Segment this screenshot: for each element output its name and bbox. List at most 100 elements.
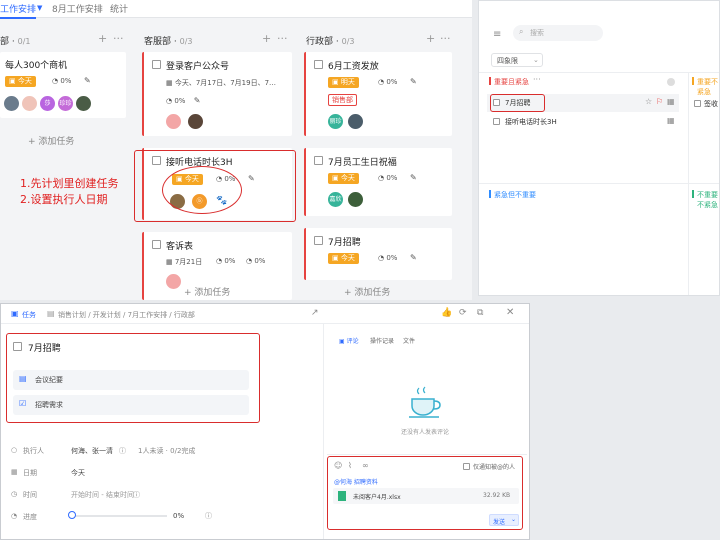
- tab-august-arrangement[interactable]: 8月工作安排: [52, 2, 103, 15]
- avatar: 莎: [40, 96, 55, 111]
- time-range[interactable]: 开始时间 - 结束时间: [71, 490, 134, 500]
- tab-work-arrangement[interactable]: 工作安排: [0, 2, 37, 19]
- flag-icon[interactable]: ⚐: [656, 97, 663, 106]
- search-placeholder: 搜索: [530, 29, 544, 37]
- info-icon[interactable]: ⓘ: [133, 490, 140, 500]
- progress-text: ◔ 0%: [216, 257, 236, 265]
- progress-icon: ◔: [11, 512, 18, 520]
- calendar-icon[interactable]: ▦: [667, 97, 675, 106]
- date-value[interactable]: 今天: [71, 468, 85, 478]
- q3-marker: [489, 190, 491, 198]
- highlight-box: [490, 94, 545, 112]
- add-circle-icon[interactable]: [667, 78, 675, 86]
- close-icon[interactable]: ✕: [506, 307, 514, 318]
- divider: [323, 324, 324, 539]
- field-label: 进度: [23, 513, 37, 521]
- info-icon[interactable]: ⓘ: [205, 511, 212, 521]
- task-title: 接听电话时长3H: [505, 118, 557, 126]
- q1-marker: [489, 77, 491, 85]
- task-card[interactable]: 登录客户公众号 ▦ 今天、7月17日、7月19日、7… ◔ 0% ✎: [142, 52, 292, 136]
- edit-icon[interactable]: ✎: [410, 173, 417, 182]
- highlight-circle: [162, 166, 242, 214]
- progress-slider[interactable]: [71, 515, 167, 517]
- refresh-icon[interactable]: ⟳: [459, 308, 467, 318]
- avatar: [348, 114, 363, 129]
- breadcrumb[interactable]: 销售计划 / 开发计划 / 7月工作安排 / 行政部: [58, 310, 195, 320]
- task-card[interactable]: 7月员工生日祝福 ▣ 今天 ◔ 0% ✎ 嘉欣: [304, 148, 452, 216]
- star-icon[interactable]: ☆: [645, 97, 652, 106]
- tab-stats[interactable]: 统计: [110, 2, 128, 15]
- q4-marker: [692, 190, 694, 198]
- task-checkbox[interactable]: [152, 240, 161, 249]
- search-icon: ⌕: [519, 27, 524, 36]
- avatar: [348, 192, 363, 207]
- assignee-value[interactable]: 何海、张一清: [71, 446, 113, 456]
- annotation-step-1: 1.先计划里创建任务: [20, 177, 119, 190]
- task-card[interactable]: 7月招聘 ▣ 今天 ◔ 0% ✎: [304, 228, 452, 280]
- chevron-down-icon[interactable]: ▼: [37, 4, 42, 12]
- menu-icon[interactable]: ≡: [493, 29, 501, 40]
- add-task-button[interactable]: + 添加任务: [28, 134, 74, 147]
- task-title: 签收: [704, 100, 718, 108]
- column-admin: 行政部 · 0/3 + ··· 6月工资发放 ▣ 明天 ◔ 0% ✎ 销售部 丽…: [302, 28, 454, 300]
- info-icon[interactable]: ⓘ: [119, 446, 126, 456]
- progress-text: ◔ 0%: [52, 77, 72, 85]
- due-badge: ▣ 今天: [328, 253, 359, 264]
- divider: [327, 454, 527, 455]
- task-card[interactable]: 6月工资发放 ▣ 明天 ◔ 0% ✎ 销售部 丽珍: [304, 52, 452, 136]
- tab-comments[interactable]: ▣ 评论: [339, 336, 359, 345]
- add-icon[interactable]: +: [426, 32, 435, 45]
- calendar-icon[interactable]: ▦: [667, 116, 675, 125]
- more-icon[interactable]: ···: [533, 75, 541, 84]
- card-title: 6月工资发放: [328, 62, 379, 72]
- task-checkbox[interactable]: [314, 60, 323, 69]
- tab-operation-log[interactable]: 操作记录: [370, 336, 394, 345]
- add-task-button[interactable]: + 添加任务: [184, 285, 230, 298]
- edit-icon[interactable]: ✎: [194, 96, 201, 105]
- due-badge: ▣ 今天: [328, 173, 359, 184]
- annotation-step-2: 2.设置执行人日期: [20, 193, 108, 206]
- task-checkbox[interactable]: [152, 60, 161, 69]
- breadcrumb-app[interactable]: 任务: [22, 310, 36, 320]
- task-card[interactable]: 每人300个商机 ▣ 今天 ◔ 0% ✎ 莎 珍珍: [0, 52, 126, 118]
- add-task-button[interactable]: + 添加任务: [344, 285, 390, 298]
- field-label: 执行人: [23, 447, 44, 455]
- avatar: [166, 114, 181, 129]
- open-icon[interactable]: ⧉: [477, 308, 483, 318]
- task-checkbox[interactable]: [314, 156, 323, 165]
- share-icon[interactable]: ↗: [311, 308, 319, 318]
- task-detail-panel: ▣ 任务 ▤ 销售计划 / 开发计划 / 7月工作安排 / 行政部 ↗ 👍 ⟳ …: [0, 303, 530, 540]
- task-checkbox[interactable]: [314, 236, 323, 245]
- due-badge: ▣ 今天: [5, 76, 36, 87]
- card-title: 客诉表: [166, 242, 194, 252]
- column-title: 行政部 · 0/3: [306, 37, 355, 47]
- view-select[interactable]: 四象限 ⌄: [491, 53, 543, 67]
- like-icon[interactable]: 👍: [441, 308, 452, 318]
- edit-icon[interactable]: ✎: [410, 77, 417, 86]
- progress-text: ◔ 0%: [378, 174, 398, 182]
- progress-value: 0%: [173, 512, 185, 520]
- task-checkbox[interactable]: [493, 118, 500, 125]
- edit-icon[interactable]: ✎: [410, 253, 417, 262]
- divider: [688, 73, 689, 295]
- slider-handle[interactable]: [68, 511, 76, 519]
- search-input[interactable]: ⌕ 搜索: [513, 25, 603, 41]
- add-icon[interactable]: +: [98, 32, 107, 45]
- task-app-icon: ▣: [11, 309, 19, 318]
- add-icon[interactable]: +: [262, 32, 271, 45]
- card-title: 每人300个商机: [5, 61, 68, 71]
- task-checkbox[interactable]: [694, 100, 701, 107]
- more-icon[interactable]: ···: [113, 32, 124, 45]
- tab-files[interactable]: 文件: [403, 336, 415, 345]
- more-icon[interactable]: ···: [277, 32, 288, 45]
- read-status: 1人未读 · 0/2完成: [138, 447, 196, 455]
- assignee-icon: ○: [11, 446, 18, 454]
- highlight-box: [327, 456, 523, 530]
- more-icon[interactable]: ···: [440, 32, 451, 45]
- highlight-box: [6, 333, 260, 423]
- avatar: 珍珍: [58, 96, 73, 111]
- edit-icon[interactable]: ✎: [84, 76, 91, 85]
- progress-text: ◔ 0% ✎: [166, 96, 201, 105]
- field-label: 时间: [23, 491, 37, 499]
- avatar: [76, 96, 91, 111]
